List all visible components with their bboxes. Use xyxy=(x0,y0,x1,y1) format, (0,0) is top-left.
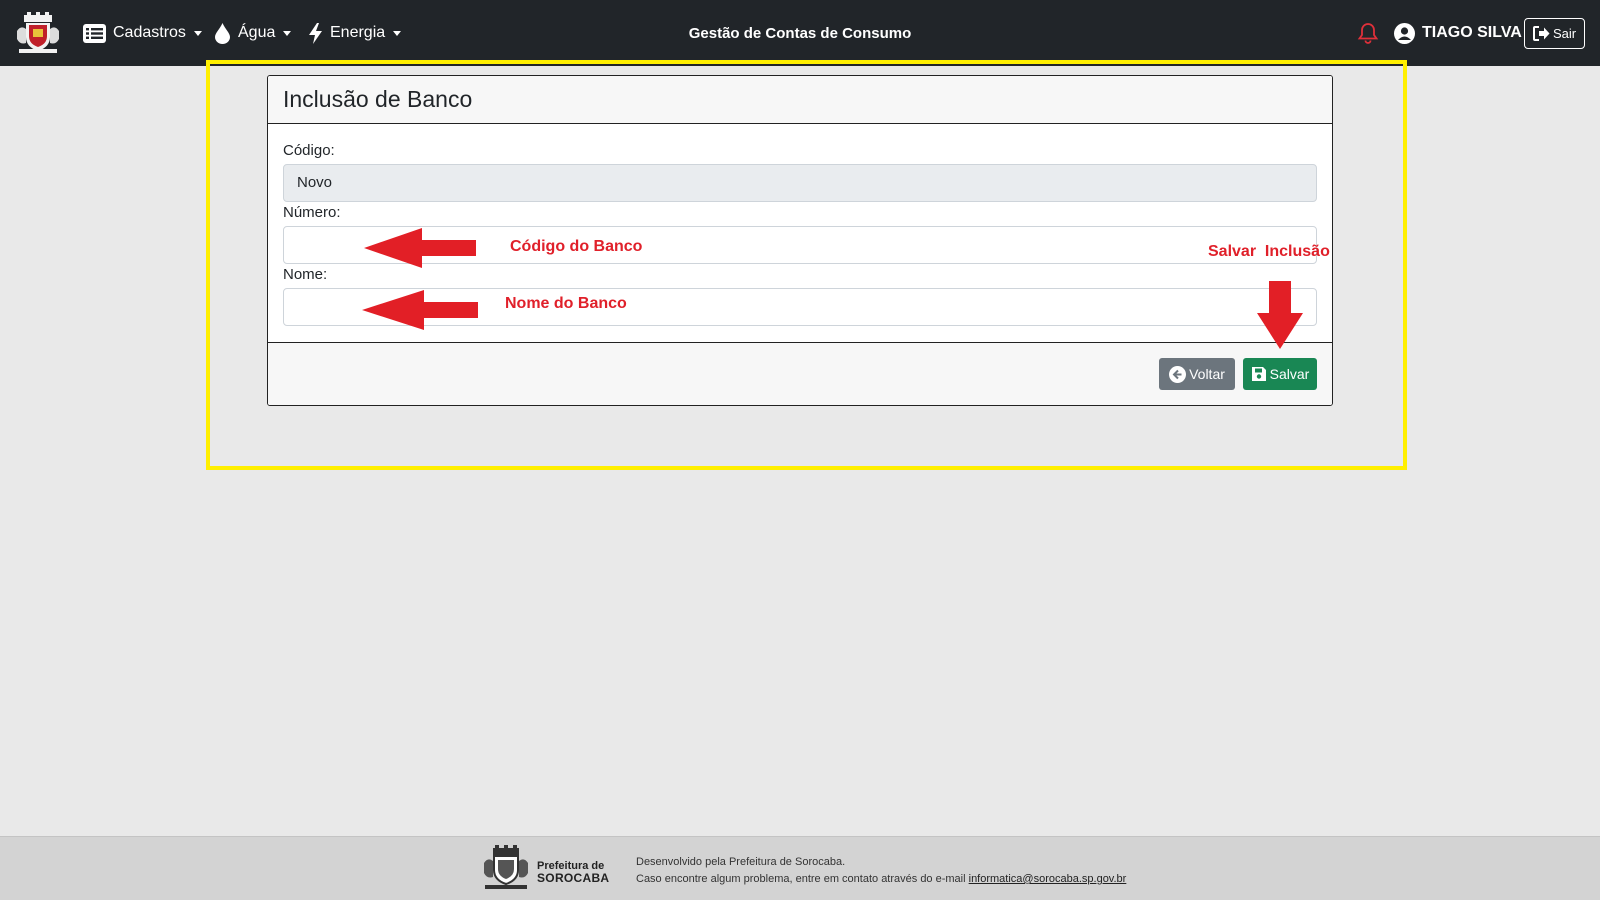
footer-line1: Desenvolvido pela Prefeitura de Sorocaba… xyxy=(636,856,846,868)
back-label: Voltar xyxy=(1189,366,1225,382)
annotation-salvar: Salvar Inclusão xyxy=(1208,243,1330,260)
logout-label: Sair xyxy=(1552,26,1577,41)
logout-button[interactable]: Sair xyxy=(1524,18,1585,49)
nome-label: Nome: xyxy=(283,266,328,283)
city-crest-logo[interactable] xyxy=(15,11,61,55)
chevron-down-icon xyxy=(393,30,402,36)
arrow-left-icon xyxy=(364,228,476,268)
footer-text: Desenvolvido pela Prefeitura de Sorocaba… xyxy=(636,854,1126,888)
annotation-codigo: Código do Banco xyxy=(510,238,643,255)
user-circle-icon xyxy=(1394,22,1415,44)
footer-line2-text: Caso encontre algum problema, entre em c… xyxy=(636,873,966,885)
water-drop-icon xyxy=(215,22,230,44)
footer-line2: Caso encontre algum problema, entre em c… xyxy=(636,871,1126,888)
list-icon xyxy=(83,23,106,43)
page-footer: Prefeitura de SOROCABA Desenvolvido pela… xyxy=(0,836,1600,900)
save-icon xyxy=(1251,367,1266,381)
annotation-nome: Nome do Banco xyxy=(505,295,627,312)
codigo-field: Novo xyxy=(283,164,1317,202)
arrow-down-icon xyxy=(1257,281,1303,349)
nav-menu-agua-label: Água xyxy=(238,24,276,41)
back-button[interactable]: Voltar xyxy=(1159,358,1235,390)
city-crest-logo xyxy=(484,845,528,889)
nav-menu-energia-label: Energia xyxy=(330,24,386,41)
footer-brand-line2: SOROCABA xyxy=(537,871,610,885)
numero-label: Número: xyxy=(283,204,341,221)
lightning-icon xyxy=(309,22,322,44)
nav-menu-agua[interactable]: Água xyxy=(215,0,292,66)
codigo-label: Código: xyxy=(283,142,335,159)
save-label: Salvar xyxy=(1269,366,1310,382)
arrow-left-circle-icon xyxy=(1169,365,1187,383)
form-footer: Voltar Salvar xyxy=(268,342,1332,405)
save-button[interactable]: Salvar xyxy=(1243,358,1317,390)
bell-icon[interactable] xyxy=(1357,22,1379,44)
top-navbar: Cadastros Água Energia Gestão de Contas … xyxy=(0,0,1600,66)
nav-menu-cadastros[interactable]: Cadastros xyxy=(83,0,202,66)
nav-menu-cadastros-label: Cadastros xyxy=(113,24,186,41)
user-menu[interactable]: TIAGO SILVA xyxy=(1394,0,1522,66)
footer-email-link[interactable]: informatica@sorocaba.sp.gov.br xyxy=(969,873,1127,885)
form-title: Inclusão de Banco xyxy=(268,76,1332,124)
chevron-down-icon xyxy=(193,30,202,36)
user-name: TIAGO SILVA xyxy=(1422,24,1522,41)
arrow-left-icon xyxy=(362,290,478,330)
nav-menu-energia[interactable]: Energia xyxy=(308,0,402,66)
footer-brand: Prefeitura de SOROCABA xyxy=(537,860,609,884)
sign-out-icon xyxy=(1532,26,1550,41)
chevron-down-icon xyxy=(283,30,292,36)
